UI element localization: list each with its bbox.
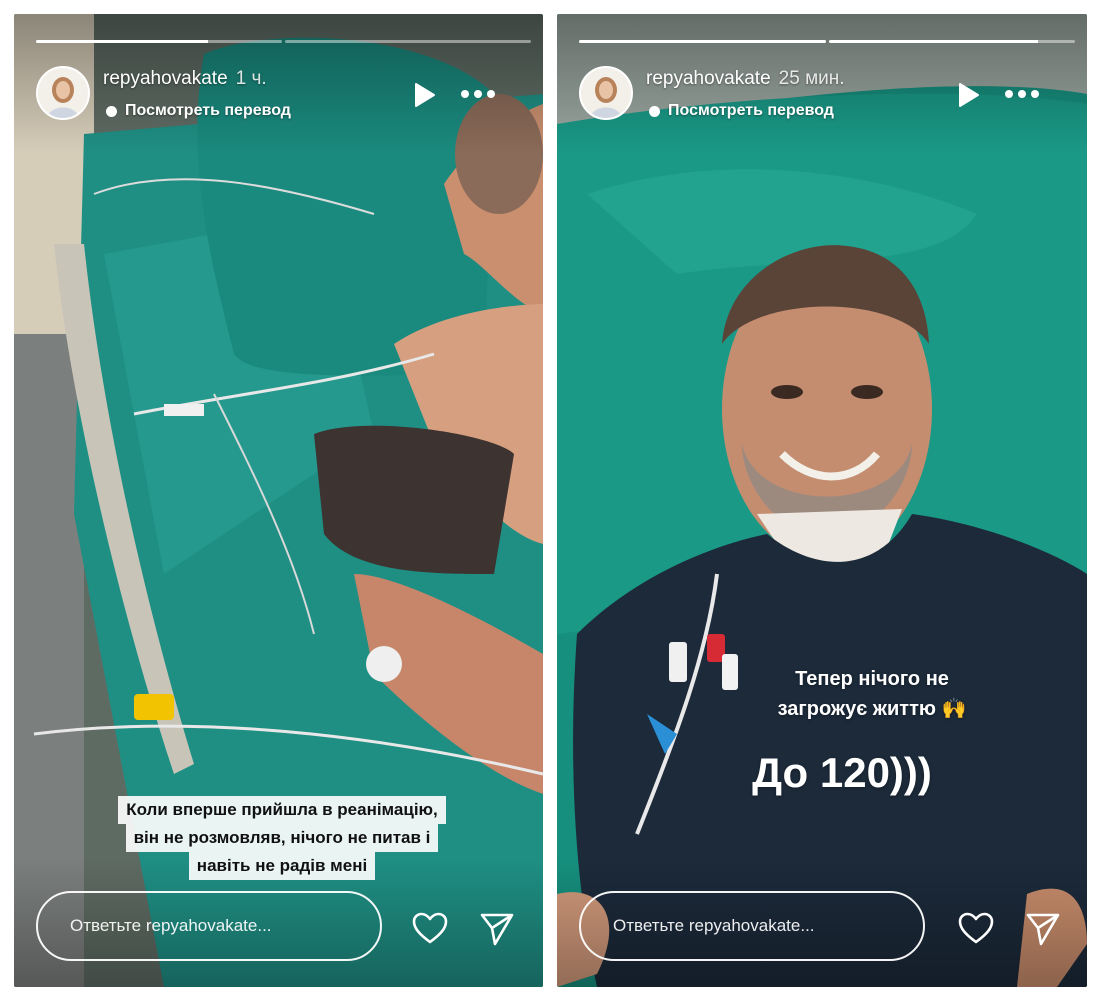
post-time: 1 ч.: [235, 68, 267, 89]
play-icon[interactable]: [955, 82, 981, 108]
send-icon[interactable]: [479, 911, 515, 947]
reply-field[interactable]: [36, 891, 382, 961]
story-progress-bar: [579, 40, 1075, 43]
caption-line: він не розмовляв, нічого не питав і: [125, 824, 439, 852]
avatar[interactable]: [36, 66, 90, 120]
username[interactable]: repyahovakate: [646, 68, 771, 89]
story-caption: Коли вперше прийшла в реанімацію, він не…: [102, 796, 462, 880]
reply-field[interactable]: [579, 891, 925, 961]
overlay-line: Тепер нічого не: [795, 668, 949, 690]
more-options-icon[interactable]: [1005, 90, 1041, 100]
story-photo-selfie: [557, 14, 1087, 987]
username[interactable]: repyahovakate: [103, 68, 228, 89]
translate-link[interactable]: Посмотреть перевод: [106, 102, 291, 120]
progress-segment: [36, 40, 282, 43]
progress-segment: [828, 40, 1075, 43]
progress-segment: [285, 40, 531, 43]
translate-link[interactable]: Посмотреть перевод: [649, 102, 834, 120]
caption-line: навіть не радів мені: [188, 852, 376, 880]
more-options-icon[interactable]: [461, 90, 497, 100]
reply-input[interactable]: [38, 893, 380, 959]
progress-segment: [579, 40, 826, 43]
story-header: repyahovakate 1 ч. Посмотреть перевод: [36, 64, 529, 124]
translate-label[interactable]: Посмотреть перевод: [125, 102, 291, 120]
translate-dot-icon: [649, 105, 660, 117]
send-icon[interactable]: [1025, 911, 1061, 947]
story-panel-left[interactable]: repyahovakate 1 ч. Посмотреть перевод Кол…: [14, 14, 543, 987]
heart-icon[interactable]: [957, 911, 995, 945]
overlay-line: загрожує життю 🙌: [777, 698, 967, 720]
story-header: repyahovakate 25 мин. Посмотреть перевод: [579, 64, 1073, 124]
translate-dot-icon: [106, 105, 117, 117]
translate-label[interactable]: Посмотреть перевод: [668, 102, 834, 120]
username-row[interactable]: repyahovakate 25 мин.: [646, 68, 845, 90]
story-overlay-text: Тепер нічого не загрожує життю 🙌: [737, 664, 1007, 724]
story-panel-right[interactable]: repyahovakate 25 мин. Посмотреть перевод …: [557, 14, 1087, 987]
username-row[interactable]: repyahovakate 1 ч.: [103, 68, 267, 90]
story-progress-bar: [36, 40, 531, 43]
story-overlay-big-text: До 120))): [752, 749, 932, 796]
heart-icon[interactable]: [411, 911, 449, 945]
post-time: 25 мин.: [778, 68, 845, 89]
reply-input[interactable]: [581, 893, 923, 959]
play-icon[interactable]: [411, 82, 437, 108]
avatar[interactable]: [579, 66, 633, 120]
caption-line: Коли вперше прийшла в реанімацію,: [118, 796, 446, 824]
